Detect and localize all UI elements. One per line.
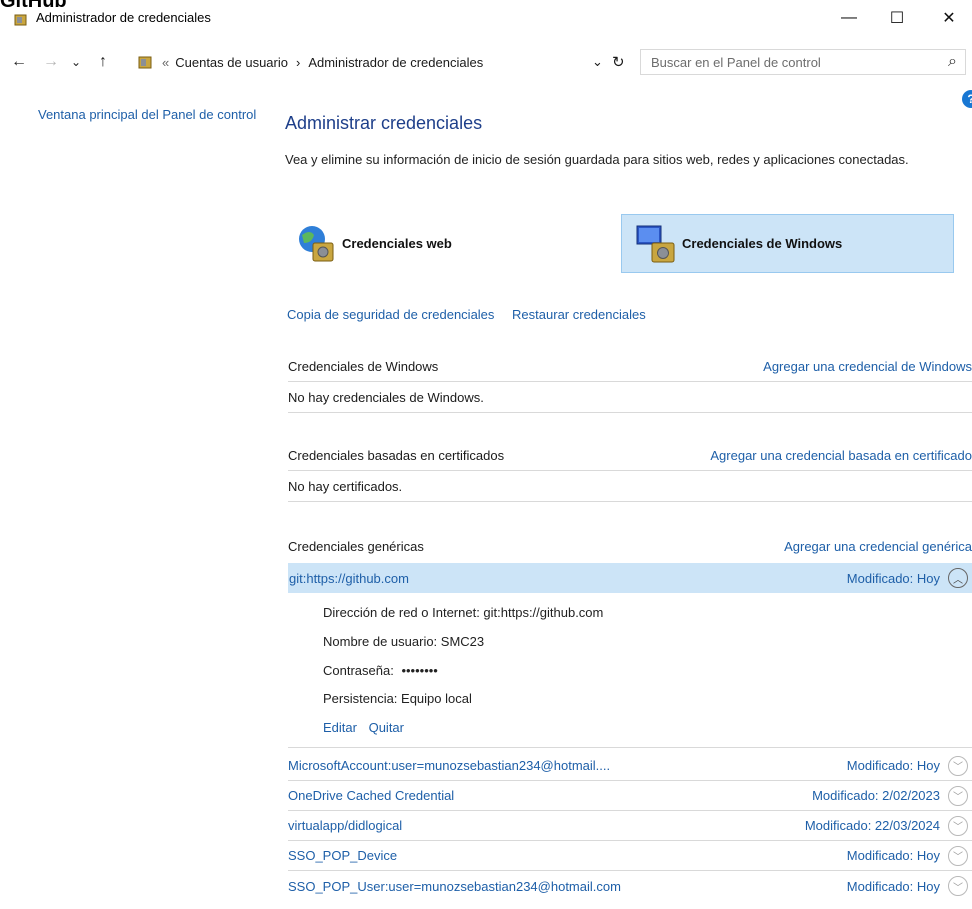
- detail-password: Contraseña: ••••••••: [323, 663, 438, 678]
- web-credentials-label: Credenciales web: [342, 236, 452, 251]
- detail-persistence: Persistencia: Equipo local: [323, 691, 472, 706]
- address-bar[interactable]: « Cuentas de usuario › Administrador de …: [138, 49, 627, 75]
- backup-credentials-link[interactable]: Copia de seguridad de credenciales: [287, 307, 494, 322]
- credential-name[interactable]: SSO_POP_Device: [288, 848, 397, 863]
- credential-name[interactable]: SSO_POP_User:user=munozsebastian234@hotm…: [288, 879, 621, 894]
- credential-row[interactable]: SSO_POP_Device Modificado: Hoy ﹀: [288, 841, 972, 871]
- refresh-icon[interactable]: ↻: [612, 53, 625, 71]
- credential-manager-icon: [14, 14, 27, 26]
- breadcrumb-cuentas[interactable]: Cuentas de usuario: [175, 55, 288, 70]
- certificate-credentials-section: Credenciales basadas en certificados Agr…: [288, 440, 972, 502]
- empty-message: No hay credenciales de Windows.: [288, 389, 484, 405]
- up-arrow-icon[interactable]: ↑: [88, 48, 118, 76]
- expand-chevron-icon[interactable]: ﹀: [948, 785, 968, 806]
- breadcrumb-separator[interactable]: ›: [296, 55, 300, 70]
- credential-name[interactable]: OneDrive Cached Credential: [288, 788, 454, 803]
- section-title: Credenciales genéricas: [288, 538, 424, 554]
- web-credentials-tile[interactable]: Credenciales web: [296, 214, 556, 273]
- address-toolbar: ← → ⌄ ↑ « Cuentas de usuario › Administr…: [0, 48, 972, 78]
- breadcrumb-administrador[interactable]: Administrador de credenciales: [308, 55, 483, 70]
- generic-credentials-section: Credenciales genéricas Agregar una crede…: [288, 531, 972, 561]
- credential-modified: Modificado: 2/02/2023: [812, 788, 940, 803]
- credential-name[interactable]: git:https://github.com: [289, 571, 409, 586]
- help-icon[interactable]: ?: [962, 90, 972, 108]
- expand-chevron-icon[interactable]: ﹀: [948, 815, 968, 836]
- recent-locations-chevron-icon[interactable]: ⌄: [66, 48, 86, 76]
- back-arrow-icon[interactable]: ←: [4, 48, 34, 76]
- web-credentials-icon: [299, 225, 334, 261]
- search-icon[interactable]: ⌕: [948, 53, 957, 71]
- detail-username: Nombre de usuario: SMC23: [323, 634, 485, 649]
- remove-credential-link[interactable]: Quitar: [369, 720, 404, 735]
- credential-row[interactable]: MicrosoftAccount:user=munozsebastian234@…: [288, 751, 972, 781]
- minimize-button[interactable]: —: [826, 0, 872, 36]
- expand-chevron-icon[interactable]: ﹀: [948, 876, 968, 896]
- add-generic-credential-link[interactable]: Agregar una credencial genérica: [784, 539, 972, 554]
- forward-arrow-icon[interactable]: →: [38, 48, 64, 76]
- expand-chevron-icon[interactable]: ﹀: [948, 845, 968, 866]
- credential-modified: Modificado: Hoy: [846, 570, 940, 586]
- backup-restore-links: Copia de seguridad de credenciales Resta…: [287, 307, 660, 322]
- credential-actions: Editar Quitar: [323, 720, 404, 735]
- credential-row-github[interactable]: git:https://github.com Modificado: Hoy ︿: [288, 563, 972, 593]
- breadcrumb-overflow[interactable]: «: [162, 55, 169, 70]
- credential-name[interactable]: virtualapp/didlogical: [288, 818, 402, 833]
- windows-credentials-section: Credenciales de Windows Agregar una cred…: [288, 351, 972, 413]
- control-panel-home-link[interactable]: Ventana principal del Panel de control: [38, 106, 258, 124]
- password-value: ••••••••: [401, 663, 438, 678]
- search-input[interactable]: Buscar en el Panel de control ⌕: [640, 49, 966, 75]
- credential-row[interactable]: virtualapp/didlogical Modificado: 22/03/…: [288, 811, 972, 841]
- credential-row[interactable]: SSO_POP_User:user=munozsebastian234@hotm…: [288, 871, 972, 901]
- windows-credentials-icon: [636, 225, 675, 262]
- add-windows-credential-link[interactable]: Agregar una credencial de Windows: [763, 359, 972, 374]
- detail-address: Dirección de red o Internet: git:https:/…: [323, 605, 604, 620]
- close-button[interactable]: ✕: [926, 0, 972, 36]
- window-title: Administrador de credenciales: [36, 10, 211, 25]
- section-title: Credenciales de Windows: [288, 358, 439, 374]
- title-bar: Administrador de credenciales — ☐ ✕: [0, 0, 972, 36]
- control-panel-icon: [138, 56, 152, 69]
- credential-modified: Modificado: 22/03/2024: [804, 818, 940, 833]
- expand-chevron-icon[interactable]: ﹀: [948, 755, 968, 776]
- credential-row[interactable]: OneDrive Cached Credential Modificado: 2…: [288, 781, 972, 811]
- page-title: Administrar credenciales: [285, 113, 483, 133]
- credential-modified: Modificado: Hoy: [846, 758, 940, 773]
- credential-modified: Modificado: Hoy: [846, 878, 940, 894]
- collapse-chevron-icon[interactable]: ︿: [948, 568, 968, 588]
- maximize-button[interactable]: ☐: [874, 0, 920, 36]
- add-certificate-credential-link[interactable]: Agregar una credencial basada en certifi…: [710, 448, 972, 463]
- page-description: Vea y elimine su información de inicio d…: [285, 152, 909, 167]
- windows-credentials-label: Credenciales de Windows: [682, 236, 843, 251]
- section-title: Credenciales basadas en certificados: [288, 447, 505, 463]
- credential-modified: Modificado: Hoy: [846, 848, 940, 863]
- windows-credentials-tile[interactable]: Credenciales de Windows: [621, 214, 954, 273]
- password-label: Contraseña:: [323, 663, 394, 678]
- divider: [288, 747, 972, 748]
- edit-credential-link[interactable]: Editar: [323, 720, 357, 735]
- address-dropdown-icon[interactable]: ⌄: [592, 54, 603, 70]
- credential-name[interactable]: MicrosoftAccount:user=munozsebastian234@…: [288, 758, 610, 773]
- search-placeholder: Buscar en el Panel de control: [651, 54, 821, 70]
- empty-message: No hay certificados.: [288, 478, 403, 494]
- restore-credentials-link[interactable]: Restaurar credenciales: [512, 307, 646, 322]
